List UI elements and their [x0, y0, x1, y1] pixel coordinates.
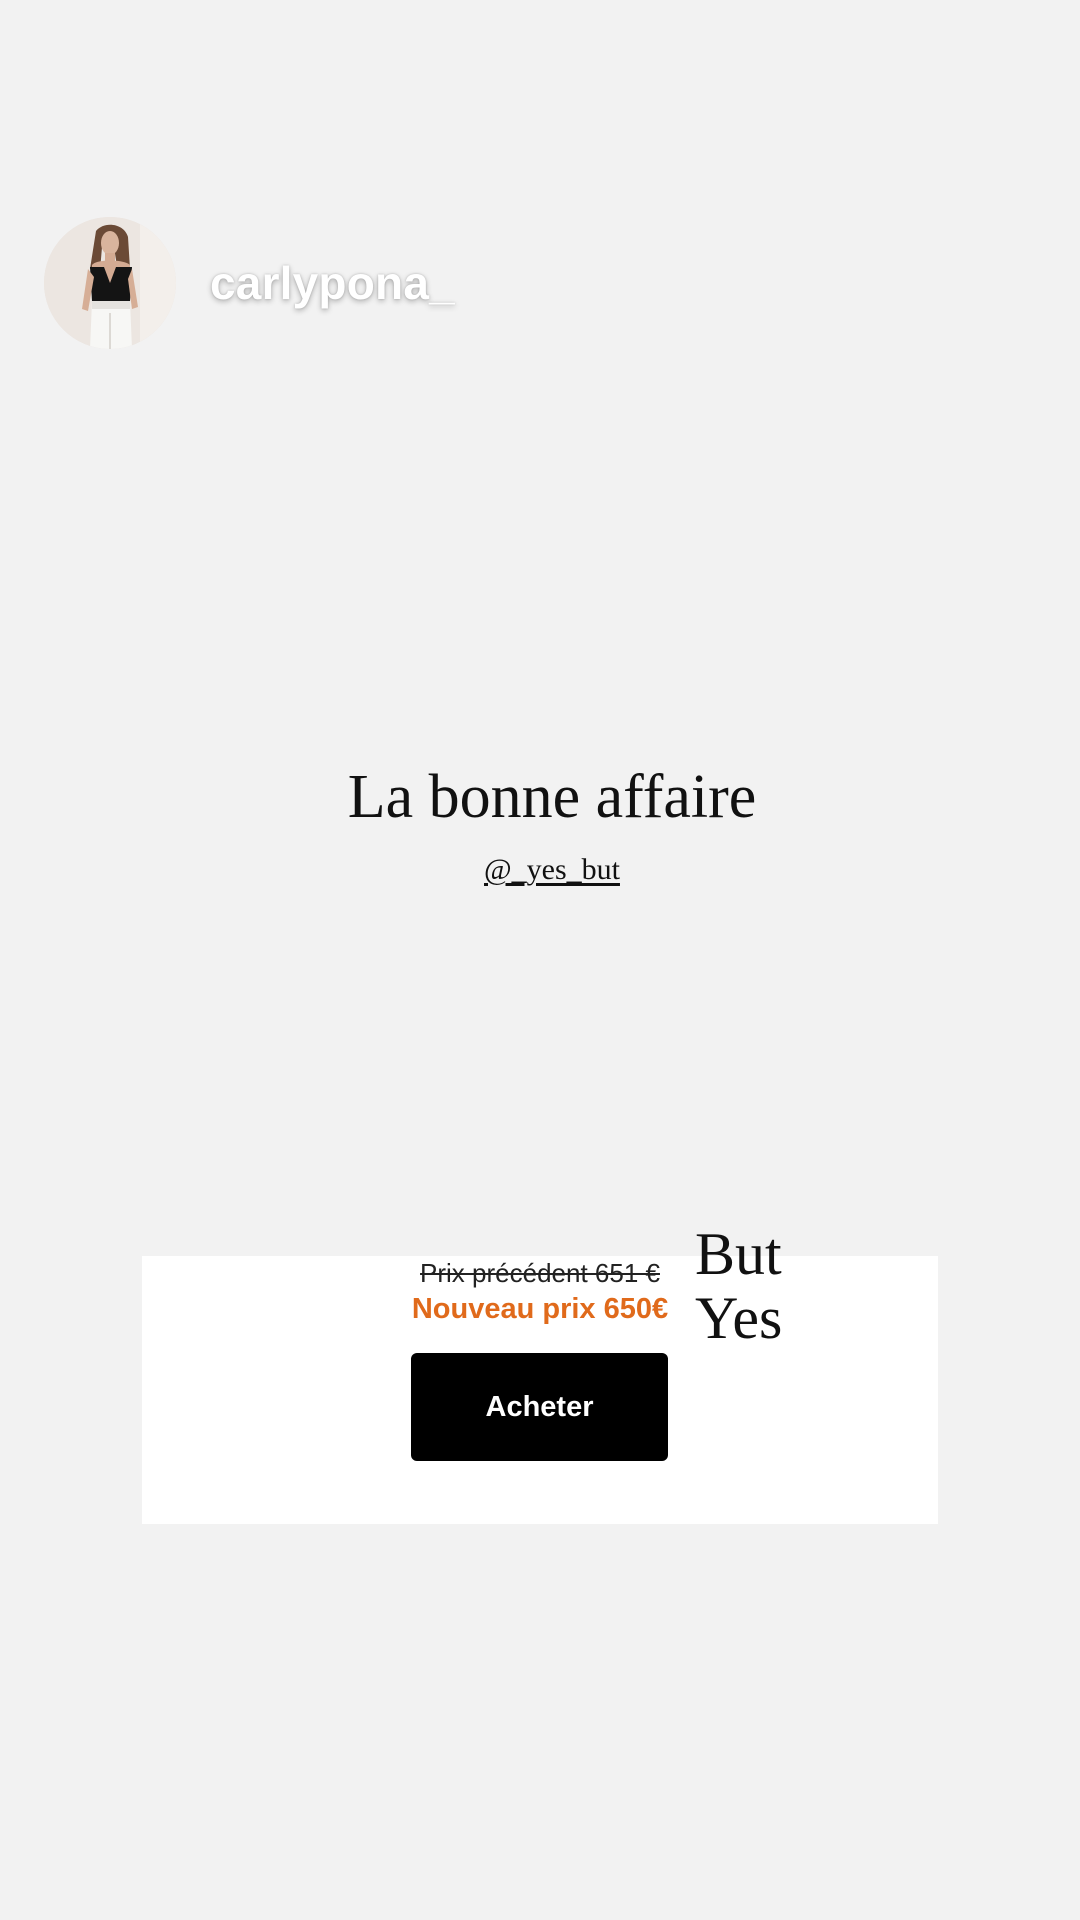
old-price: Prix précédent 651 € — [420, 1258, 660, 1288]
story-header: carlypona_ — [44, 217, 455, 349]
brand-line-but: But — [695, 1221, 782, 1287]
post-title: La bonne affaire — [347, 763, 757, 831]
new-price: Nouveau prix 650€ — [411, 1293, 669, 1325]
brand-stack: But Yes — [695, 1222, 782, 1350]
username[interactable]: carlypona_ — [210, 256, 455, 310]
buy-button[interactable]: Acheter — [411, 1353, 668, 1461]
profile-photo-icon — [44, 217, 176, 349]
mention-link[interactable]: @_yes_but — [0, 853, 1080, 887]
avatar[interactable] — [44, 217, 176, 349]
brand-line-yes: Yes — [695, 1285, 783, 1351]
